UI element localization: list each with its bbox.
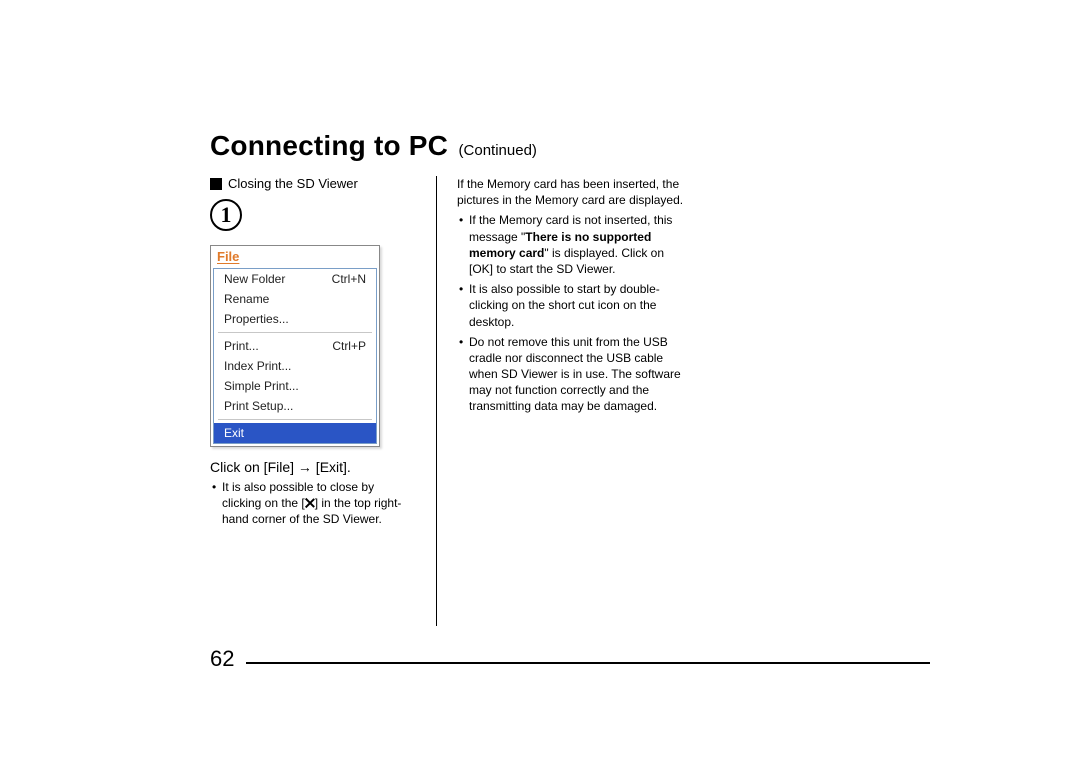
page-title: Connecting to PC (Continued) — [210, 130, 930, 162]
menu-item-print-setup[interactable]: Print Setup... — [214, 396, 376, 416]
menu-inner: New Folder Ctrl+N Rename Properties... P… — [213, 268, 377, 444]
menu-item-new-folder[interactable]: New Folder Ctrl+N — [214, 269, 376, 289]
close-icon — [305, 498, 315, 508]
arrow-icon: → — [298, 459, 312, 475]
instruction-post: [Exit]. — [312, 459, 351, 475]
menu-item-print[interactable]: Print... Ctrl+P — [214, 336, 376, 356]
step-number-badge: 1 — [210, 199, 242, 231]
square-bullet-icon — [210, 178, 222, 190]
left-bullets: It is also possible to close by clicking… — [210, 479, 416, 528]
list-item: It is also possible to close by clicking… — [210, 479, 416, 528]
menu-item-label: Properties... — [224, 312, 289, 326]
menu-item-label: Index Print... — [224, 359, 291, 373]
menu-item-label: Print... — [224, 339, 259, 353]
menu-item-properties[interactable]: Properties... — [214, 309, 376, 329]
menu-item-index-print[interactable]: Index Print... — [214, 356, 376, 376]
content-columns: Closing the SD Viewer 1 File New Folder … — [210, 176, 930, 626]
menu-item-shortcut: Ctrl+P — [332, 339, 366, 353]
section-heading: Closing the SD Viewer — [210, 176, 416, 191]
step-number: 1 — [221, 202, 232, 228]
left-column: Closing the SD Viewer 1 File New Folder … — [210, 176, 436, 626]
intro-text: If the Memory card has been inserted, th… — [457, 176, 689, 208]
list-item: If the Memory card is not inserted, this… — [457, 212, 689, 277]
right-column: If the Memory card has been inserted, th… — [443, 176, 689, 626]
bullet-text: Do not remove this unit from the USB cra… — [469, 335, 681, 414]
list-item: It is also possible to start by double-c… — [457, 281, 689, 330]
manual-page: Connecting to PC (Continued) Closing the… — [0, 0, 1080, 764]
instruction-pre: Click on [File] — [210, 459, 298, 475]
instruction-text: Click on [File] → [Exit]. — [210, 459, 416, 475]
footer-rule — [246, 662, 930, 664]
file-menu: File New Folder Ctrl+N Rename Properties… — [210, 245, 380, 447]
page-number: 62 — [210, 646, 240, 672]
section-label-text: Closing the SD Viewer — [228, 176, 358, 191]
column-divider — [436, 176, 437, 626]
page-footer: 62 — [210, 662, 930, 664]
menu-item-label: New Folder — [224, 272, 285, 286]
list-item: Do not remove this unit from the USB cra… — [457, 334, 689, 415]
menu-item-shortcut: Ctrl+N — [332, 272, 366, 286]
menu-item-label: Simple Print... — [224, 379, 299, 393]
menu-item-simple-print[interactable]: Simple Print... — [214, 376, 376, 396]
right-bullets: If the Memory card is not inserted, this… — [457, 212, 689, 414]
title-suffix: (Continued) — [459, 142, 537, 159]
menu-separator — [218, 419, 372, 420]
title-main: Connecting to PC — [210, 130, 448, 161]
menu-item-exit[interactable]: Exit — [214, 423, 376, 443]
menu-title[interactable]: File — [211, 246, 379, 268]
menu-separator — [218, 332, 372, 333]
menu-item-label: Rename — [224, 292, 269, 306]
menu-item-label: Exit — [224, 426, 244, 440]
menu-item-label: Print Setup... — [224, 399, 293, 413]
menu-item-rename[interactable]: Rename — [214, 289, 376, 309]
bullet-text: It is also possible to start by double-c… — [469, 282, 660, 328]
